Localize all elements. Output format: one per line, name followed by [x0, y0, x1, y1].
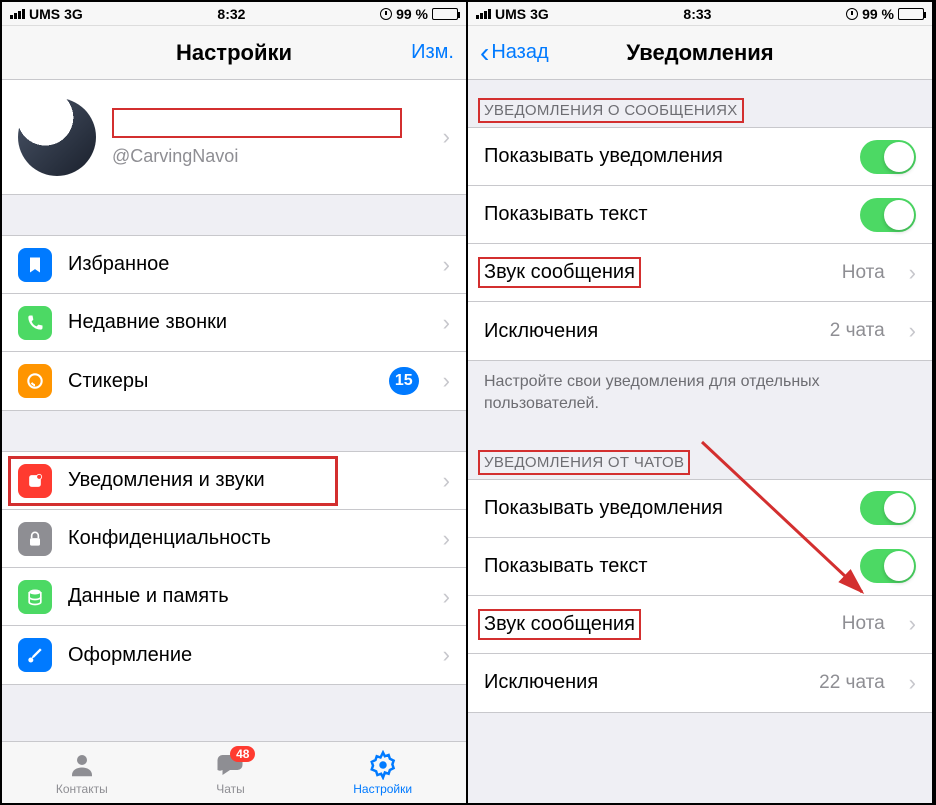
chevron-right-icon: › — [443, 642, 450, 668]
status-bar: UMS 3G 8:33 99 % — [468, 2, 932, 26]
chevron-left-icon: ‹ — [480, 39, 489, 67]
row-label: Недавние звонки — [68, 311, 427, 334]
chevron-right-icon: › — [443, 124, 450, 150]
section-header-messages: УВЕДОМЛЕНИЯ О СООБЩЕНИЯХ — [468, 80, 932, 127]
settings-screen: UMS 3G 8:32 99 % Настройки Изм. @Carving… — [2, 2, 468, 803]
row-msg-sound[interactable]: Звук сообщения Нота › — [468, 244, 932, 302]
chevron-right-icon: › — [909, 611, 916, 637]
chevron-right-icon: › — [443, 526, 450, 552]
brush-icon — [18, 638, 52, 672]
section-footer: Настройте свои уведомления для отдельных… — [468, 361, 932, 432]
phone-icon — [18, 306, 52, 340]
tab-label: Контакты — [56, 782, 108, 796]
toggle-on[interactable] — [860, 491, 916, 525]
row-notifications-sounds[interactable]: Уведомления и звуки › — [2, 452, 466, 510]
tab-bar: Контакты 48 Чаты Настройки — [2, 741, 466, 803]
avatar — [18, 98, 96, 176]
battery-icon — [898, 8, 924, 20]
row-value: Нота — [842, 262, 885, 284]
chevron-right-icon: › — [443, 468, 450, 494]
row-msg-show-notifications[interactable]: Показывать уведомления — [468, 128, 932, 186]
battery-pct: 99 % — [396, 6, 428, 22]
tab-label: Настройки — [353, 782, 412, 796]
chevron-right-icon: › — [909, 670, 916, 696]
lock-icon — [18, 522, 52, 556]
profile-handle: @CarvingNavoi — [112, 146, 427, 167]
section-header-chats: УВЕДОМЛЕНИЯ ОТ ЧАТОВ — [468, 432, 932, 479]
row-label: Уведомления и звуки — [68, 469, 427, 492]
row-chat-sound[interactable]: Звук сообщения Нота › — [468, 596, 932, 654]
row-chat-show-text[interactable]: Показывать текст — [468, 538, 932, 596]
back-label: Назад — [491, 41, 548, 64]
row-label: Исключения — [484, 320, 814, 343]
row-label: Показывать уведомления — [484, 145, 844, 168]
row-privacy[interactable]: Конфиденциальность › — [2, 510, 466, 568]
nav-bar: Настройки Изм. — [2, 26, 466, 80]
chats-badge: 48 — [230, 746, 255, 762]
clock: 8:33 — [683, 6, 711, 22]
row-label: Звук сообщения — [484, 261, 826, 284]
chevron-right-icon: › — [443, 252, 450, 278]
tab-settings[interactable]: Настройки — [353, 750, 412, 796]
database-icon — [18, 580, 52, 614]
row-msg-show-text[interactable]: Показывать текст — [468, 186, 932, 244]
row-favorites[interactable]: Избранное › — [2, 236, 466, 294]
carrier: UMS — [495, 6, 526, 22]
network: 3G — [64, 6, 83, 22]
sticker-icon — [18, 364, 52, 398]
row-label: Показывать текст — [484, 203, 844, 226]
alarm-icon — [380, 8, 392, 20]
row-label: Показывать уведомления — [484, 497, 844, 520]
row-recent-calls[interactable]: Недавние звонки › — [2, 294, 466, 352]
toggle-on[interactable] — [860, 140, 916, 174]
nav-bar: ‹ Назад Уведомления — [468, 26, 932, 80]
network: 3G — [530, 6, 549, 22]
row-value: 2 чата — [830, 320, 885, 342]
chevron-right-icon: › — [443, 310, 450, 336]
row-appearance[interactable]: Оформление › — [2, 626, 466, 684]
row-label: Исключения — [484, 671, 803, 694]
back-button[interactable]: ‹ Назад — [468, 26, 561, 79]
toggle-on[interactable] — [860, 549, 916, 583]
tab-contacts[interactable]: Контакты — [56, 750, 108, 796]
profile-row[interactable]: @CarvingNavoi › — [2, 80, 466, 195]
row-label: Стикеры — [68, 370, 373, 393]
row-label: Конфиденциальность — [68, 527, 427, 550]
row-data-storage[interactable]: Данные и память › — [2, 568, 466, 626]
row-label: Оформление — [68, 644, 427, 667]
battery-icon — [432, 8, 458, 20]
page-title: Уведомления — [626, 40, 773, 66]
row-label: Звук сообщения — [484, 613, 826, 636]
chevron-right-icon: › — [909, 260, 916, 286]
row-stickers[interactable]: Стикеры 15 › — [2, 352, 466, 410]
tab-label: Чаты — [216, 782, 245, 796]
notifications-screen: UMS 3G 8:33 99 % ‹ Назад Уведомления УВЕ… — [468, 2, 934, 803]
profile-name-redacted — [112, 108, 402, 138]
toggle-on[interactable] — [860, 198, 916, 232]
tab-chats[interactable]: 48 Чаты — [215, 750, 245, 796]
edit-button[interactable]: Изм. — [399, 26, 466, 79]
signal-icon — [476, 9, 491, 19]
row-value: Нота — [842, 613, 885, 635]
row-chat-exceptions[interactable]: Исключения 22 чата › — [468, 654, 932, 712]
row-chat-show-notifications[interactable]: Показывать уведомления — [468, 480, 932, 538]
chevron-right-icon: › — [443, 368, 450, 394]
row-label: Показывать текст — [484, 555, 844, 578]
status-bar: UMS 3G 8:32 99 % — [2, 2, 466, 26]
sticker-badge: 15 — [389, 367, 419, 395]
carrier: UMS — [29, 6, 60, 22]
page-title: Настройки — [176, 40, 292, 66]
row-label: Данные и память — [68, 585, 427, 608]
notification-icon — [18, 464, 52, 498]
clock: 8:32 — [217, 6, 245, 22]
battery-pct: 99 % — [862, 6, 894, 22]
chevron-right-icon: › — [909, 318, 916, 344]
signal-icon — [10, 9, 25, 19]
chevron-right-icon: › — [443, 584, 450, 610]
alarm-icon — [846, 8, 858, 20]
bookmark-icon — [18, 248, 52, 282]
row-msg-exceptions[interactable]: Исключения 2 чата › — [468, 302, 932, 360]
row-value: 22 чата — [819, 672, 885, 694]
row-label: Избранное — [68, 253, 427, 276]
